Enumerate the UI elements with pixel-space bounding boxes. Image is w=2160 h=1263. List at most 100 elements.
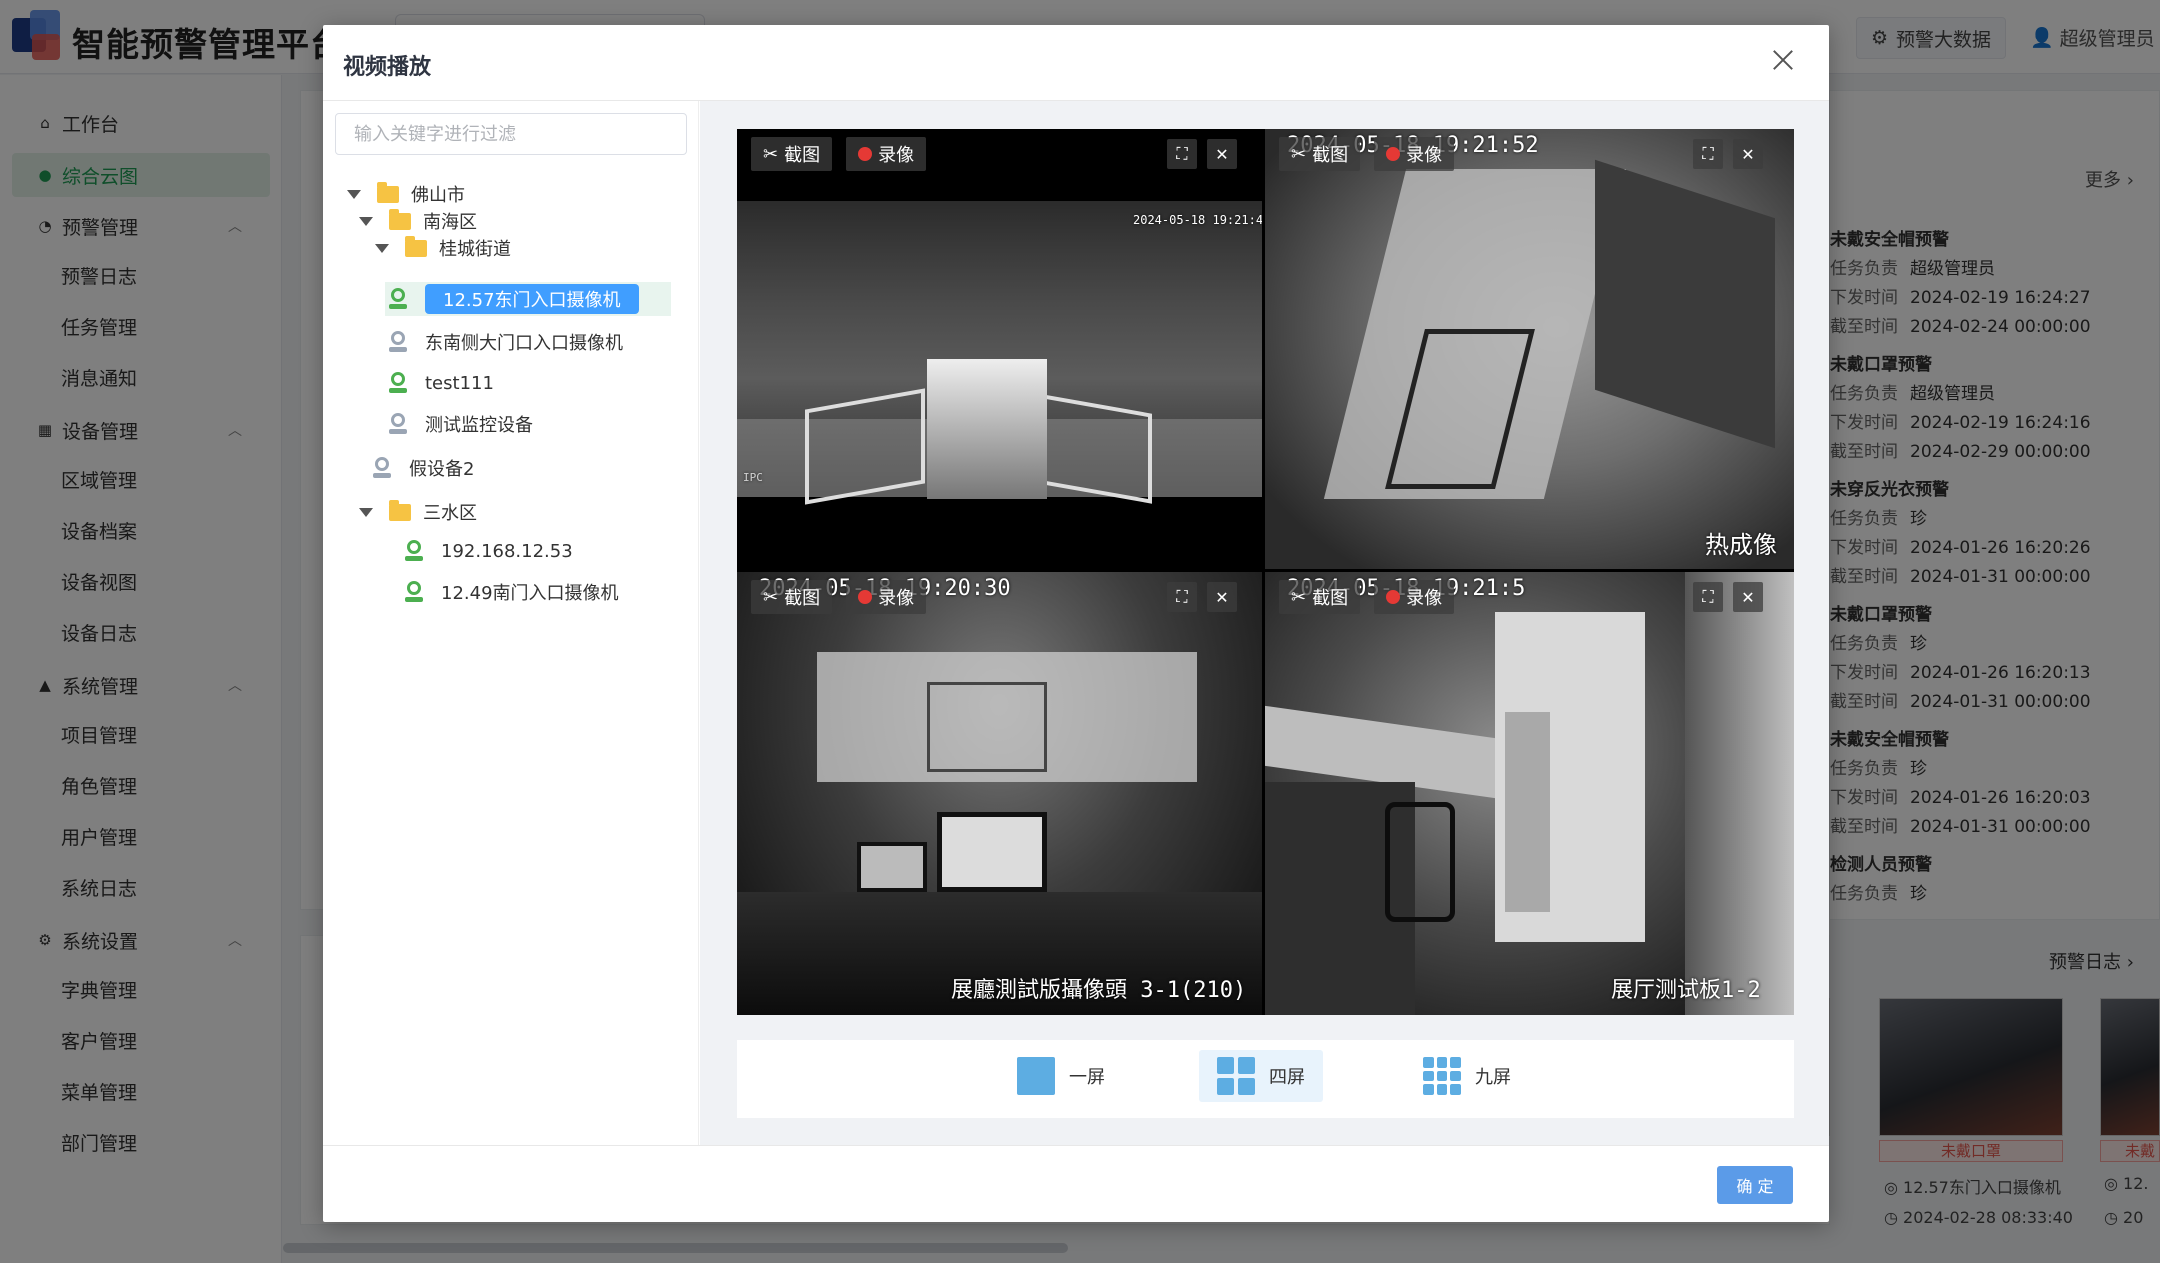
snapshot-label: 截图 [784, 145, 821, 166]
record-button[interactable]: 录像 [1374, 580, 1455, 614]
snapshot-button[interactable]: ✂ 截图 [751, 137, 833, 171]
video-caption: 热成像 [1705, 531, 1777, 559]
chair-shape [1042, 394, 1152, 504]
nine-screen-icon [1423, 1057, 1461, 1095]
fullscreen-icon[interactable]: ⛶ [1167, 139, 1197, 169]
caret-down-icon[interactable] [375, 243, 389, 253]
camera-offline-icon [389, 413, 407, 435]
layout-nine-button[interactable]: 九屏 [1405, 1050, 1529, 1102]
layout-label: 九屏 [1475, 1067, 1511, 1088]
video-caption: 展廳測試版攝像頭 3-1(210) [951, 978, 1247, 1003]
caret-down-icon[interactable] [359, 507, 373, 517]
video-pane: 2024-05-18 19:21:43 IPC ✂截图 录像 ⛶ ✕ 2024-… [700, 101, 1829, 1145]
monitor-shape [937, 812, 1047, 892]
confirm-button[interactable]: 确 定 [1717, 1166, 1793, 1204]
object-shape [927, 359, 1047, 499]
layout-label: 一屏 [1069, 1067, 1105, 1088]
tree-node-district[interactable]: 三水区 [359, 495, 477, 529]
caret-down-icon[interactable] [359, 216, 373, 226]
video-timestamp: 2024-05-18 19:21:43 [1133, 213, 1262, 227]
close-icon[interactable] [1767, 45, 1799, 77]
record-button[interactable]: 录像 [1374, 137, 1455, 171]
caret-down-icon[interactable] [347, 189, 361, 199]
tree-node-label: 三水区 [423, 503, 477, 524]
video-grid: 2024-05-18 19:21:43 IPC ✂截图 录像 ⛶ ✕ 2024-… [737, 129, 1794, 1015]
tree-node-camera[interactable]: 假设备2 [373, 451, 474, 485]
tree-node-camera[interactable]: 12.57东门入口摄像机 [385, 282, 671, 316]
dialog-header: 视频播放 [323, 25, 1829, 101]
record-icon [858, 147, 873, 161]
record-button[interactable]: 录像 [846, 580, 927, 614]
close-icon[interactable]: ✕ [1733, 139, 1763, 169]
camera-offline-icon [373, 457, 391, 479]
camera-online-icon [389, 288, 407, 310]
video-cell-2[interactable]: 2024-05-18 19:21:52 热成像 ✂截图 录像 ⛶ ✕ [1265, 129, 1794, 569]
video-cell-4[interactable]: 2024-05-18 19:21:5 展厅测试板1-2 ✂截图 录像 ⛶ ✕ [1265, 572, 1794, 1015]
fullscreen-icon[interactable]: ⛶ [1693, 139, 1723, 169]
layout-four-button[interactable]: 四屏 [1199, 1050, 1323, 1102]
single-screen-icon [1017, 1057, 1055, 1095]
snapshot-button[interactable]: ✂ 截图 [1279, 580, 1361, 614]
dialog-footer: 确 定 [323, 1145, 1829, 1222]
folder-icon [405, 235, 427, 257]
folder-icon [389, 208, 411, 230]
tree-node-label: 假设备2 [409, 459, 475, 480]
window-shape [927, 682, 1047, 772]
tree-node-camera[interactable]: 东南侧大门口入口摄像机 [389, 325, 623, 359]
record-label: 录像 [1406, 588, 1443, 609]
video-cell-3[interactable]: 2024-05-18 19:20:30 展廳測試版攝像頭 3-1(210) ✂截… [737, 572, 1262, 1015]
layout-one-button[interactable]: 一屏 [999, 1050, 1123, 1102]
record-label: 录像 [878, 588, 915, 609]
scissors-icon: ✂ [1291, 586, 1307, 608]
tree-node-camera[interactable]: 测试监控设备 [389, 407, 533, 441]
camera-online-icon [389, 372, 407, 394]
camera-offline-icon [389, 331, 407, 353]
chair-shape [1385, 802, 1455, 922]
video-watermark: IPC [743, 471, 763, 484]
snapshot-label: 截图 [784, 588, 821, 609]
tree-node-label: 测试监控设备 [425, 415, 533, 436]
close-icon[interactable]: ✕ [1207, 582, 1237, 612]
tree-node-label: 12.57东门入口摄像机 [425, 284, 639, 314]
folder-icon [389, 499, 411, 521]
tree-filter-input[interactable] [335, 113, 687, 155]
close-icon[interactable]: ✕ [1207, 139, 1237, 169]
video-toolbar: ✂ 截图 录像 [751, 580, 927, 614]
tree-node-camera[interactable]: test111 [389, 366, 494, 400]
four-screen-icon [1217, 1057, 1255, 1095]
video-dialog: 视频播放 佛山市 南海区 桂城街道 12.57东门入口摄像机 东南侧大门口入口摄… [323, 25, 1829, 1222]
rack-shape [1685, 572, 1794, 1015]
record-icon [1386, 147, 1401, 161]
fullscreen-icon[interactable]: ⛶ [1693, 582, 1723, 612]
camera-online-icon [405, 540, 423, 562]
video-toolbar: ✂ 截图 录像 [1279, 580, 1455, 614]
tree-node-camera[interactable]: 12.49南门入口摄像机 [405, 575, 619, 609]
snapshot-button[interactable]: ✂ 截图 [1279, 137, 1361, 171]
record-icon [858, 590, 873, 604]
close-icon[interactable]: ✕ [1733, 582, 1763, 612]
record-label: 录像 [878, 145, 915, 166]
video-toolbar: ✂ 截图 录像 [1279, 137, 1455, 171]
video-cell-1[interactable]: 2024-05-18 19:21:43 IPC ✂ 截图 录像 ⛶ ✕ [737, 129, 1262, 569]
video-caption: 展厅测试板1-2 [1611, 978, 1761, 1003]
fullscreen-icon[interactable]: ⛶ [1167, 582, 1197, 612]
record-icon [1386, 590, 1401, 604]
tree-node-label: 东南侧大门口入口摄像机 [425, 333, 623, 354]
tree-node-label: 12.49南门入口摄像机 [441, 583, 619, 604]
tree-node-street[interactable]: 桂城街道 [375, 231, 511, 265]
scissors-icon: ✂ [763, 143, 779, 165]
folder-icon [377, 181, 399, 203]
record-button[interactable]: 录像 [846, 137, 927, 171]
video-toolbar: ✂ 截图 录像 [751, 137, 927, 171]
scissors-icon: ✂ [763, 586, 779, 608]
device-tree-pane: 佛山市 南海区 桂城街道 12.57东门入口摄像机 东南侧大门口入口摄像机 te… [323, 101, 699, 1145]
scissors-icon: ✂ [1291, 143, 1307, 165]
dialog-title: 视频播放 [343, 55, 432, 80]
layout-switcher: 一屏 四屏 九屏 [737, 1040, 1794, 1118]
snapshot-button[interactable]: ✂ 截图 [751, 580, 833, 614]
tree-node-label: test111 [425, 372, 494, 394]
tree-node-camera[interactable]: 192.168.12.53 [405, 534, 573, 568]
record-label: 录像 [1406, 145, 1443, 166]
monitor-shape [857, 842, 927, 892]
camera-online-icon [405, 581, 423, 603]
